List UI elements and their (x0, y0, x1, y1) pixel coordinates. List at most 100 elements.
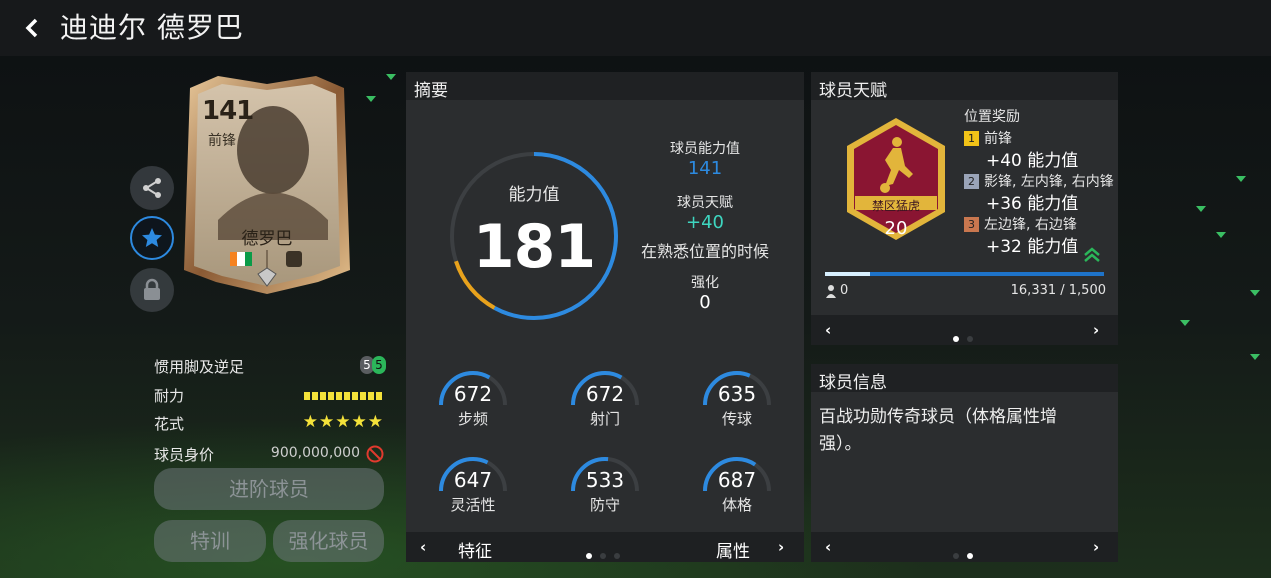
player-info-footer: ‹ › (811, 532, 1118, 562)
info-prev-button[interactable]: ‹ (825, 538, 831, 556)
decor-arrow (1250, 354, 1260, 360)
summary-header: 摘要 (406, 72, 804, 101)
foot-values: 55 (360, 356, 386, 374)
stamina-bar (304, 392, 384, 400)
weak-foot-badge: 5 (372, 356, 386, 374)
talent-label: 球员天赋 (677, 195, 733, 211)
talent-progress-track (825, 272, 1104, 276)
skill-stars: ★★★★★ (302, 412, 384, 432)
stat-1: 672 射门 (560, 368, 650, 438)
stat-4: 533 防守 (560, 454, 650, 524)
summary-panel: 摘要 能力值 181 球员能力值 141 球员天赋 +40 在熟悉位置的时候 强… (406, 72, 804, 562)
card-rating: 141 (202, 96, 254, 126)
decor-arrow (1216, 232, 1226, 238)
page-dot (967, 553, 973, 559)
player-info-title: 球员信息 (819, 373, 887, 393)
prev-page-button[interactable]: ‹ (420, 538, 426, 556)
skill-row: 花式 ★★★★★ (154, 412, 386, 435)
stat-5: 687 体格 (692, 454, 782, 524)
back-arrow-icon (25, 18, 38, 38)
stat-label: 防守 (589, 496, 620, 514)
page-dots (582, 544, 624, 563)
advance-player-button[interactable]: 进阶球员 (154, 468, 384, 510)
enhance-player-button[interactable]: 强化球员 (273, 520, 384, 562)
back-button[interactable] (18, 14, 46, 42)
summary-footer: ‹ 特征 属性 › (406, 532, 804, 562)
stat-label: 体格 (721, 496, 752, 514)
traits-tab[interactable]: 特征 (458, 537, 492, 562)
page-dot (953, 553, 959, 559)
foot-label: 惯用脚及逆足 (154, 358, 245, 376)
decor-arrow (1180, 320, 1190, 326)
enhance-value: 0 (699, 292, 711, 313)
decor-arrow (1236, 176, 1246, 182)
skill-label: 花式 (154, 415, 185, 433)
talent-title: 球员天赋 (819, 81, 887, 101)
stamina-row: 耐力 (154, 385, 386, 407)
price-value: 900,000,000 (270, 445, 360, 461)
untradeable-icon (366, 445, 384, 463)
top-bar: 迪迪尔 德罗巴 (0, 0, 1271, 56)
stat-value: 647 (453, 468, 493, 492)
talent-value: +40 (686, 212, 724, 233)
stat-label: 射门 (589, 410, 620, 428)
favorite-button[interactable] (130, 216, 174, 260)
bonus-positions: 前锋 (984, 131, 1012, 147)
star-icon (142, 228, 162, 247)
upgrade-arrows-icon (1084, 247, 1100, 262)
player-ovr-label: 球员能力值 (670, 141, 740, 157)
page-dot (614, 553, 620, 559)
ovr-value: 181 (472, 212, 596, 282)
decor-arrow (1250, 290, 1260, 296)
next-page-button[interactable]: › (778, 538, 784, 556)
talent-next-button[interactable]: › (1093, 321, 1099, 339)
bonus-amount: +36 能力值 (986, 194, 1079, 214)
info-page-dots (949, 544, 977, 563)
enhance-label: 强化 (691, 275, 719, 291)
price-label: 球员身价 (154, 446, 215, 464)
stat-value: 672 (585, 382, 625, 406)
stat-2: 635 传球 (692, 368, 782, 438)
talent-prev-button[interactable]: ‹ (825, 321, 831, 339)
stat-label: 传球 (721, 410, 752, 428)
decor-arrow (366, 96, 376, 102)
page-dot (953, 336, 959, 342)
training-button[interactable]: 特训 (154, 520, 266, 562)
stat-label: 灵活性 (450, 496, 496, 514)
progress-right-value: 16,331 / 1,500 (1010, 283, 1106, 298)
page-dot (967, 336, 973, 342)
lock-button[interactable] (130, 268, 174, 312)
attributes-tab[interactable]: 属性 (716, 537, 750, 562)
talent-header: 球员天赋 (811, 72, 1118, 101)
talent-badge-name: 禁区猛虎 (871, 199, 920, 213)
info-next-button[interactable]: › (1093, 538, 1099, 556)
foot-row: 惯用脚及逆足 55 (154, 356, 386, 378)
share-icon (143, 178, 161, 198)
bonus-rank-badge: 1 (964, 131, 979, 146)
page-dot (600, 553, 606, 559)
bonus-amount: +32 能力值 (986, 237, 1079, 257)
bonus-row: 2 影锋, 左内锋, 右内锋 +36 能力值 (964, 171, 1114, 214)
talent-panel: 球员天赋 禁区猛虎 20 位置奖励 1 前锋 +40 能力值 2 影锋, 左内锋, 右内… (811, 72, 1118, 345)
progress-left-value: 0 (840, 283, 849, 298)
decor-arrow (386, 74, 396, 80)
talent-note: 在熟悉位置的时候 (640, 242, 769, 261)
price-row: 球员身价 900,000,000 (154, 444, 386, 466)
player-card[interactable]: 141 前锋 德罗巴 (178, 70, 356, 300)
bonus-amount: +40 能力值 (986, 151, 1079, 171)
stat-value: 533 (585, 468, 625, 492)
share-button[interactable] (130, 166, 174, 210)
player-description: 百战功勋传奇球员（体格属性增强）。 (819, 407, 1057, 454)
talent-progress-fill (825, 272, 870, 276)
stamina-label: 耐力 (154, 387, 185, 405)
stat-value: 687 (717, 468, 757, 492)
card-position: 前锋 (208, 133, 236, 149)
card-player-name: 德罗巴 (241, 229, 293, 249)
summary-title: 摘要 (414, 81, 448, 101)
page-title: 迪迪尔 德罗巴 (60, 11, 244, 44)
bonus-rank-badge: 3 (964, 217, 979, 232)
player-info-panel: 球员信息 百战功勋传奇球员（体格属性增强）。 ‹ › (811, 364, 1118, 562)
ovr-label: 能力值 (508, 185, 560, 205)
player-info-header: 球员信息 (811, 364, 1118, 393)
stat-0: 672 步频 (428, 368, 518, 438)
